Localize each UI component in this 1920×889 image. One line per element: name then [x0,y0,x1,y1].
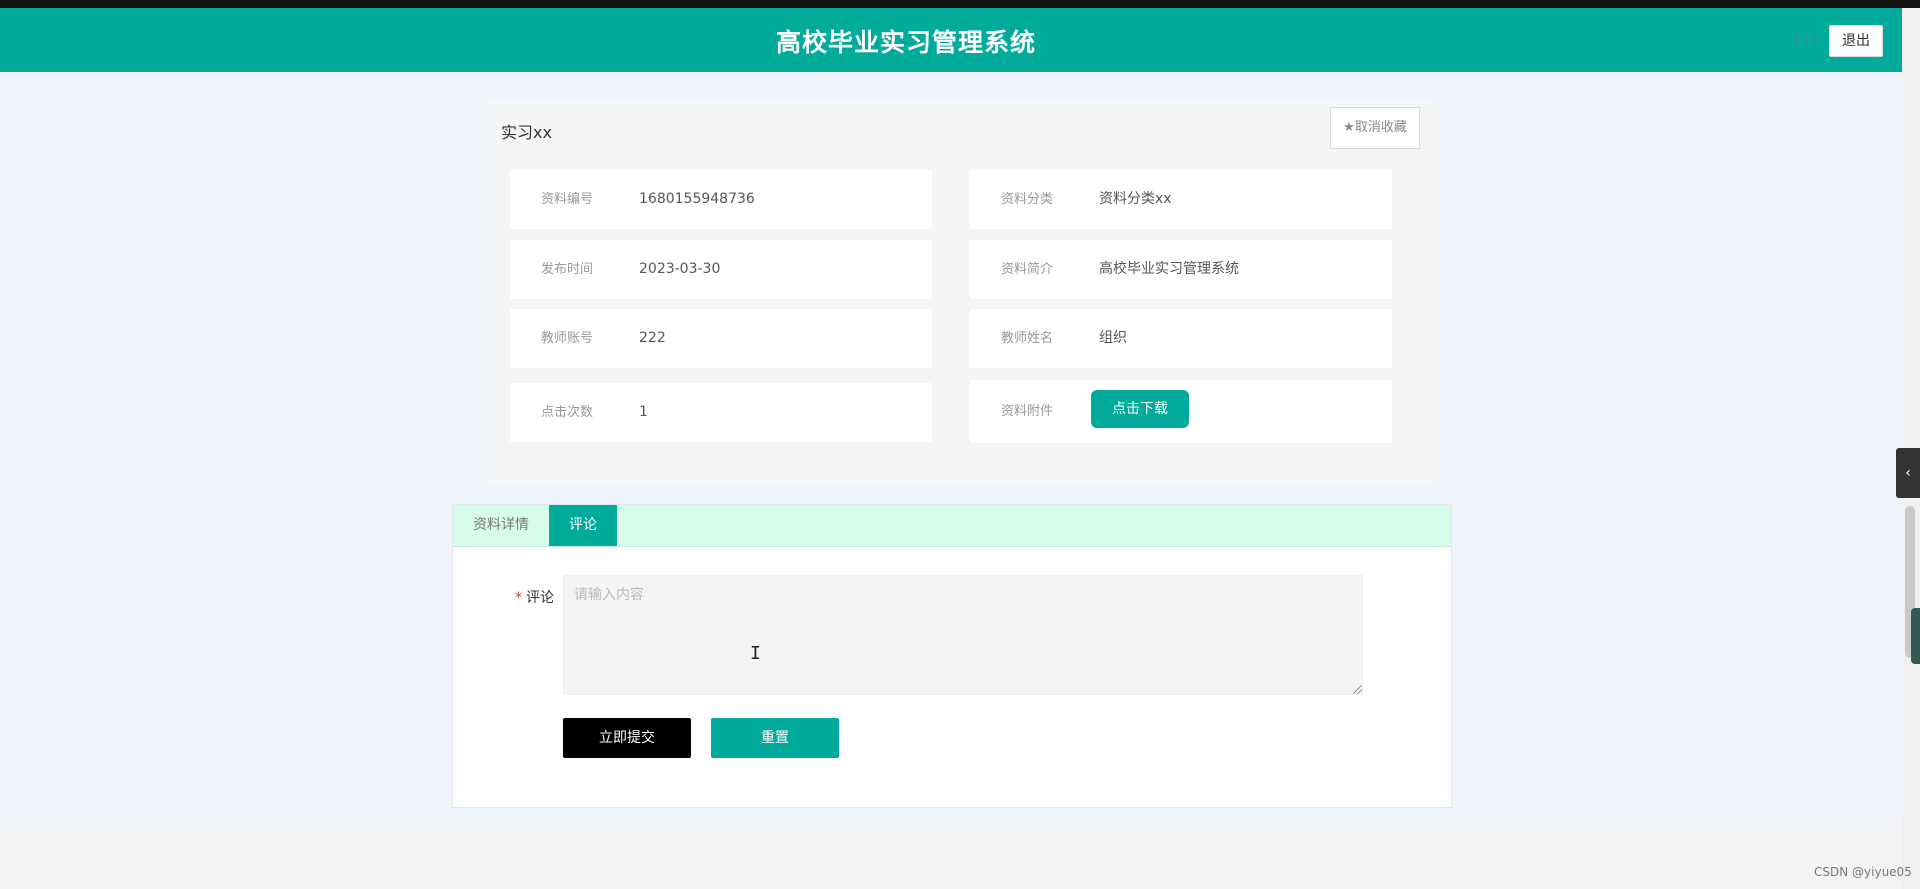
chevron-left-icon: ‹ [1905,465,1911,481]
download-button[interactable]: 点击下载 [1091,390,1189,428]
logout-button[interactable]: 退出 [1829,25,1883,57]
material-detail-card: 实习xx ★取消收藏 资料编号 1680155948736 资料分类 资料分类x… [481,99,1439,485]
username: 111 [1792,34,1819,50]
tab-comments[interactable]: 评论 [549,505,617,546]
field-material-summary: 资料简介 高校毕业实习管理系统 [970,240,1392,299]
field-value: 资料分类xx [1099,191,1172,207]
tab-bar: 资料详情 评论 [453,505,1451,547]
field-publish-date: 发布时间 2023-03-30 [510,240,932,299]
unfavorite-button[interactable]: ★取消收藏 [1330,107,1420,149]
field-attachment: 资料附件 点击下载 [970,380,1392,443]
field-label: 教师账号 [541,331,594,346]
textarea-resize-handle[interactable] [1353,685,1362,694]
tab-material-details[interactable]: 资料详情 [453,505,549,546]
field-material-id: 资料编号 1680155948736 [510,170,932,229]
material-title: 实习xx [501,123,552,142]
field-value: 高校毕业实习管理系统 [1099,261,1239,277]
comment-input[interactable] [563,575,1363,695]
comment-label: * 评论 [515,587,554,607]
scrollbar-grip[interactable] [1911,608,1920,664]
submit-button[interactable]: 立即提交 [563,718,691,758]
field-value: 1 [639,404,648,420]
window-top-bar [0,0,1920,8]
watermark: CSDN @yiyue05 [1814,865,1912,879]
required-mark: * [515,590,522,606]
app-header: 高校毕业实习管理系统 111 退出 [0,8,1902,72]
app-title: 高校毕业实习管理系统 [775,28,1036,57]
field-teacher-account: 教师账号 222 [510,309,932,368]
field-label: 点击次数 [541,405,594,420]
text-cursor-icon: I [750,643,761,664]
field-label: 资料分类 [1001,192,1054,207]
comment-label-text: 评论 [526,590,554,606]
reset-button[interactable]: 重置 [711,718,839,758]
field-label: 教师姓名 [1001,331,1054,346]
field-label: 资料附件 [1001,404,1054,419]
field-label: 发布时间 [541,262,594,277]
field-value: 1680155948736 [639,191,755,207]
field-click-count: 点击次数 1 [510,383,932,442]
side-toggle-button[interactable]: ‹ [1896,448,1920,498]
field-label: 资料简介 [1001,262,1054,277]
field-value: 2023-03-30 [639,261,721,277]
field-value: 222 [639,330,666,346]
field-label: 资料编号 [541,192,594,207]
field-material-category: 资料分类 资料分类xx [970,170,1392,229]
page-bottom-area [0,818,1902,889]
detail-tabs-panel: 资料详情 评论 *评论 立即提交 重置 [452,504,1452,808]
field-teacher-name: 教师姓名 组织 [970,309,1392,368]
field-value: 组织 [1099,330,1127,346]
